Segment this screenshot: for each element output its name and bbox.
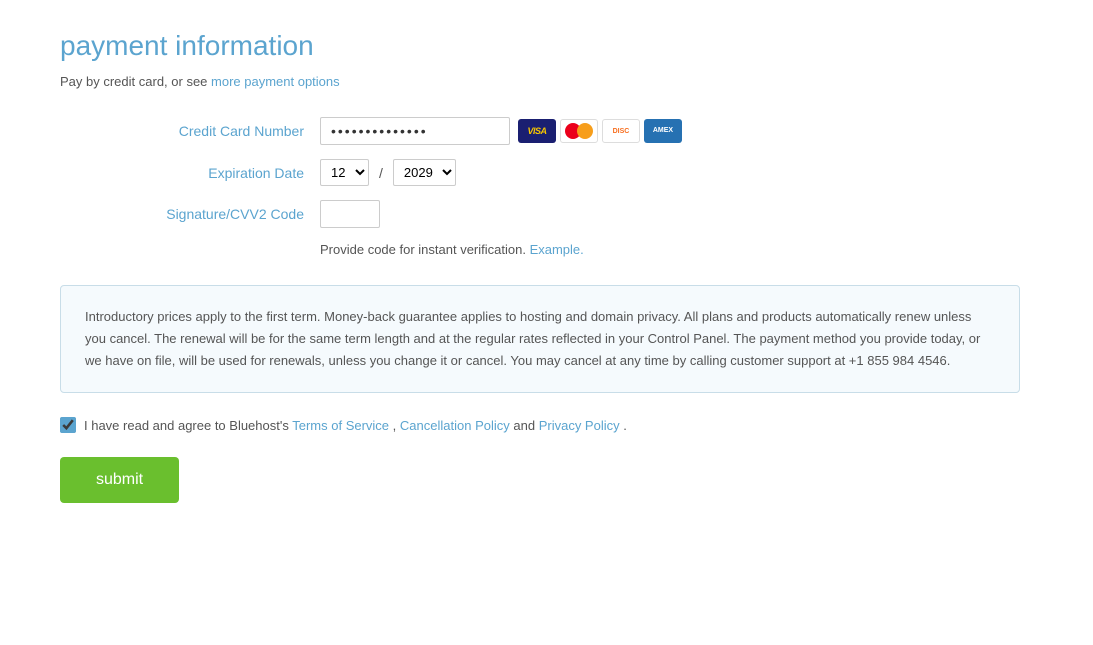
amex-icon: AMEX <box>644 119 682 143</box>
cvv-label: Signature/CVV2 Code <box>60 206 320 222</box>
agree-suffix: . <box>623 418 627 433</box>
exp-separator: / <box>379 165 383 181</box>
cc-number-input[interactable] <box>320 117 510 145</box>
page-container: payment information Pay by credit card, … <box>0 0 1093 645</box>
agree-row: I have read and agree to Bluehost's Term… <box>60 417 1033 433</box>
payment-form: Credit Card Number VISA DISC AMEX Expira… <box>60 117 1033 257</box>
discover-icon: DISC <box>602 119 640 143</box>
terms-link[interactable]: Terms of Service <box>292 418 389 433</box>
expiration-control: 01 02 03 04 05 06 07 08 09 10 11 12 / 20… <box>320 159 456 186</box>
agree-prefix: I have read and agree to Bluehost's <box>84 418 292 433</box>
cvv-hint-text: Provide code for instant verification. <box>320 242 526 257</box>
agree-label: I have read and agree to Bluehost's Term… <box>84 418 627 433</box>
cc-number-label: Credit Card Number <box>60 123 320 139</box>
cvv-hint: Provide code for instant verification. E… <box>60 242 1033 257</box>
expiration-row: Expiration Date 01 02 03 04 05 06 07 08 … <box>60 159 1033 186</box>
cvv-row: Signature/CVV2 Code <box>60 200 1033 228</box>
submit-button[interactable]: submit <box>60 457 179 503</box>
subtitle-text: Pay by credit card, or see <box>60 74 211 89</box>
exp-month-select[interactable]: 01 02 03 04 05 06 07 08 09 10 11 12 <box>320 159 369 186</box>
info-box-text: Introductory prices apply to the first t… <box>85 309 980 368</box>
mastercard-icon <box>560 119 598 143</box>
cancellation-link[interactable]: Cancellation Policy <box>400 418 510 433</box>
cvv-example-link[interactable]: Example. <box>530 242 584 257</box>
card-icons: VISA DISC AMEX <box>518 119 682 143</box>
page-title: payment information <box>60 30 1033 62</box>
more-payment-options-link[interactable]: more payment options <box>211 74 340 89</box>
cc-number-row: Credit Card Number VISA DISC AMEX <box>60 117 1033 145</box>
subtitle: Pay by credit card, or see more payment … <box>60 74 1033 89</box>
cvv-control <box>320 200 380 228</box>
cc-number-control: VISA DISC AMEX <box>320 117 682 145</box>
exp-year-select[interactable]: 2024 2025 2026 2027 2028 2029 2030 2031 … <box>393 159 456 186</box>
agree-and: and <box>513 418 538 433</box>
privacy-link[interactable]: Privacy Policy <box>539 418 620 433</box>
cvv-input[interactable] <box>320 200 380 228</box>
visa-icon: VISA <box>518 119 556 143</box>
agree-checkbox[interactable] <box>60 417 76 433</box>
expiration-label: Expiration Date <box>60 165 320 181</box>
info-box: Introductory prices apply to the first t… <box>60 285 1020 393</box>
agree-sep1: , <box>393 418 397 433</box>
